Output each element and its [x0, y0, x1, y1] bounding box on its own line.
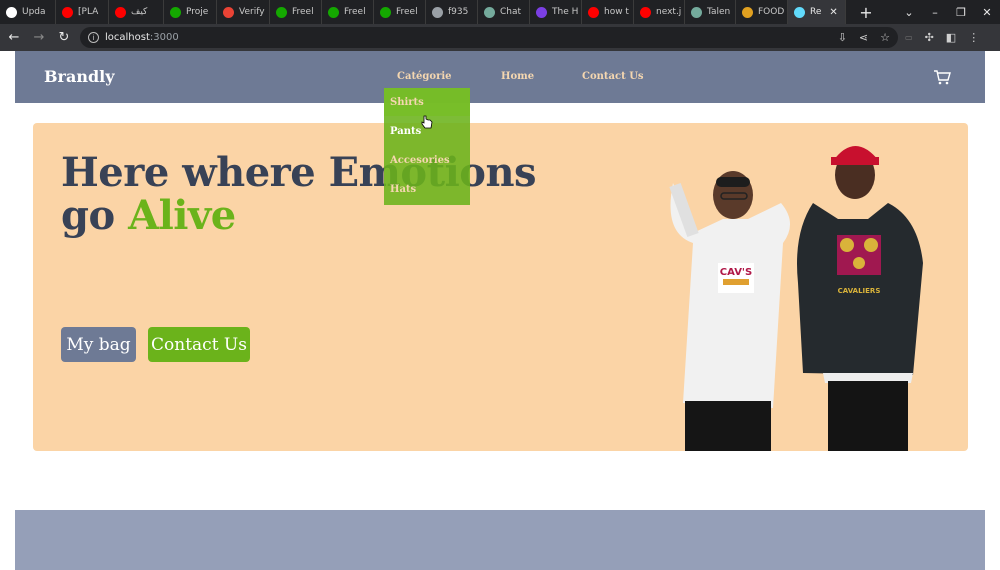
brand-logo[interactable]: Brandly	[44, 67, 115, 86]
extension-icon[interactable]: ▭	[905, 33, 913, 42]
minimize-icon[interactable]: –	[922, 6, 948, 19]
headline-accent: Alive	[128, 192, 236, 239]
browser-tab[interactable]: next.j	[634, 0, 685, 24]
tab-label: Chat	[500, 7, 522, 17]
tab-label: Verify	[239, 7, 265, 17]
category-dropdown-menu: Shirts Pants Accesories Hats	[384, 88, 470, 205]
forward-icon[interactable]: →	[28, 30, 50, 45]
window-controls: ⌄ – ❐ ✕	[896, 0, 1000, 24]
omnibox-actions: ⇩ ⋖ ☆	[838, 27, 890, 48]
dropdown-item-pants[interactable]: Pants	[390, 126, 421, 137]
tab-search-icon[interactable]: ⌄	[896, 6, 922, 19]
nav-link-categorie[interactable]: Catégorie	[397, 71, 452, 82]
tab-label: The H	[552, 7, 579, 17]
menu-kebab-icon[interactable]: ⋮	[968, 31, 979, 44]
browser-tab[interactable]: Freel	[270, 0, 322, 24]
tab-label: Re	[810, 7, 822, 17]
hero-banner: Here where Emotions go Alive My bag Cont…	[33, 123, 968, 451]
my-bag-button[interactable]: My bag	[61, 327, 136, 362]
tab-label: [PLA	[78, 7, 99, 17]
tab-label: Freel	[396, 7, 418, 17]
tab-label: Talen	[707, 7, 731, 17]
browser-tab[interactable]: Verify	[217, 0, 270, 24]
tab-list: Upda [PLA كيف Proje Verify Freel Freel Freel f93…	[0, 0, 846, 24]
chatgpt-icon	[691, 6, 702, 18]
nav-link-home[interactable]: Home	[501, 71, 534, 82]
browser-tab[interactable]: Upda	[0, 0, 56, 24]
tab-label: Freel	[344, 7, 366, 17]
url-bar[interactable]: i localhost:3000 ⇩ ⋖ ☆	[80, 27, 898, 48]
reload-icon[interactable]: ↻	[53, 30, 75, 45]
browser-tab[interactable]: how t	[582, 0, 634, 24]
upwork-icon	[276, 6, 287, 18]
browser-tab[interactable]: Proje	[164, 0, 217, 24]
url-port: :3000	[149, 32, 179, 43]
address-toolbar: ← → ↻ i localhost:3000 ⇩ ⋖ ☆ ▭ ✣ ◧ ⋮	[0, 24, 1000, 51]
tab-label: f935	[448, 7, 469, 17]
upwork-icon	[170, 6, 181, 18]
tab-label: FOOD	[758, 7, 785, 17]
browser-tab[interactable]: The H	[530, 0, 582, 24]
youtube-icon	[115, 6, 126, 18]
hand-cursor-icon	[421, 115, 433, 129]
react-icon	[794, 6, 805, 18]
extension-area: ▭ ✣ ◧ ⋮	[905, 27, 979, 48]
youtube-icon	[640, 6, 651, 18]
dropdown-item-accesories[interactable]: Accesories	[390, 155, 450, 166]
install-app-icon[interactable]: ⇩	[838, 31, 847, 44]
tab-label: Upda	[22, 7, 46, 17]
tab-label: Proje	[186, 7, 209, 17]
contact-us-button[interactable]: Contact Us	[148, 327, 250, 362]
back-icon[interactable]: ←	[3, 30, 25, 45]
browser-tab[interactable]: Chat	[478, 0, 530, 24]
browser-tab[interactable]: Freel	[374, 0, 426, 24]
tab-label: Freel	[292, 7, 314, 17]
bookmark-star-icon[interactable]: ☆	[880, 31, 890, 44]
headline-line2: go	[61, 192, 129, 239]
restore-icon[interactable]: ❐	[948, 6, 974, 19]
new-tab-button[interactable]: +	[856, 3, 876, 22]
globe-icon	[432, 6, 443, 18]
puzzle-extensions-icon[interactable]: ✣	[925, 31, 934, 44]
browser-tab[interactable]: FOOD	[736, 0, 788, 24]
share-icon[interactable]: ⋖	[859, 31, 868, 44]
tab-label: next.j	[656, 7, 682, 17]
upwork-icon	[328, 6, 339, 18]
browser-tab[interactable]: f935	[426, 0, 478, 24]
site-icon	[536, 6, 547, 18]
site-icon	[742, 6, 753, 18]
tab-label: how t	[604, 7, 629, 17]
browser-tab[interactable]: Freel	[322, 0, 374, 24]
website: Brandly Catégorie Home Contact Us Here w…	[0, 51, 1000, 570]
browser-tab[interactable]: Talen	[685, 0, 736, 24]
chatgpt-icon	[484, 6, 495, 18]
cart-icon[interactable]	[933, 69, 951, 85]
tab-close-icon[interactable]: ✕	[829, 7, 837, 18]
github-icon	[6, 6, 17, 18]
hero-models-image: CAV'S CAVALIERS	[669, 146, 923, 451]
browser-tab[interactable]: [PLA	[56, 0, 109, 24]
url-host: localhost	[105, 32, 150, 43]
svg-text:CAVALIERS: CAVALIERS	[838, 287, 881, 295]
dropdown-item-hats[interactable]: Hats	[390, 184, 416, 195]
browser-tab[interactable]: Re ✕	[788, 0, 846, 24]
side-panel-icon[interactable]: ◧	[946, 31, 956, 44]
upwork-icon	[380, 6, 391, 18]
gmail-icon	[223, 6, 234, 18]
next-section-band	[15, 510, 985, 570]
site-navbar: Brandly Catégorie Home Contact Us	[15, 51, 985, 103]
site-info-icon[interactable]: i	[88, 32, 99, 43]
browser-tab[interactable]: كيف	[109, 0, 164, 24]
dropdown-item-shirts[interactable]: Shirts	[390, 97, 424, 108]
tab-label: كيف	[131, 7, 148, 17]
nav-link-contact[interactable]: Contact Us	[582, 71, 644, 82]
youtube-icon	[588, 6, 599, 18]
close-window-icon[interactable]: ✕	[974, 6, 1000, 19]
youtube-icon	[62, 6, 73, 18]
browser-tab-strip: Upda [PLA كيف Proje Verify Freel Freel Freel f93…	[0, 0, 1000, 24]
svg-text:CAV'S: CAV'S	[720, 267, 752, 278]
